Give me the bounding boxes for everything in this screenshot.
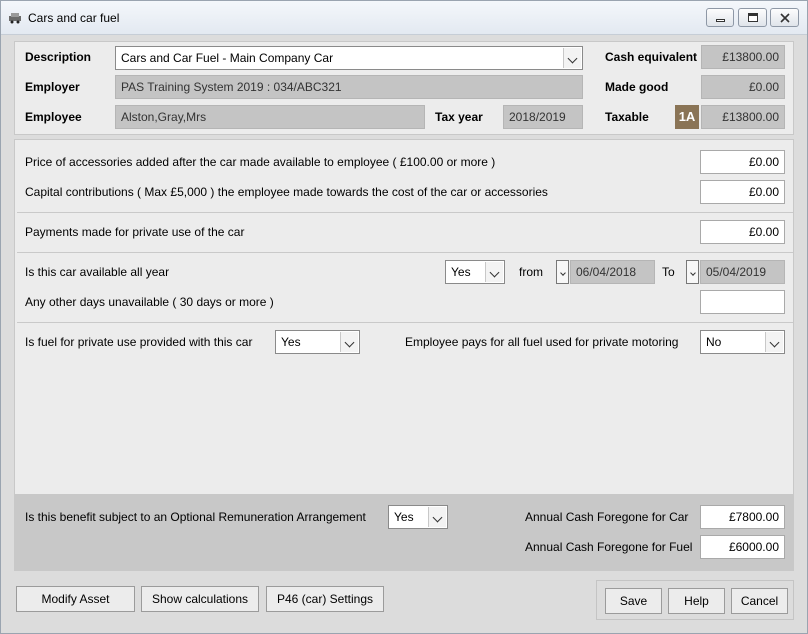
accessories-label: Price of accessories added after the car… bbox=[25, 155, 496, 169]
divider bbox=[17, 252, 793, 253]
days-unavailable-input[interactable] bbox=[700, 290, 785, 314]
fuel-provided-value: Yes bbox=[281, 335, 301, 349]
from-date-field: 06/04/2018 bbox=[570, 260, 655, 284]
days-unavailable-label: Any other days unavailable ( 30 days or … bbox=[25, 295, 274, 309]
minimize-icon bbox=[716, 19, 725, 22]
capital-contributions-input[interactable]: £0.00 bbox=[700, 180, 785, 204]
fuel-provided-label: Is fuel for private use provided with th… bbox=[25, 335, 253, 349]
from-label: from bbox=[519, 265, 543, 279]
payments-label: Payments made for private use of the car bbox=[25, 225, 245, 239]
tax-year-label: Tax year bbox=[435, 110, 483, 124]
ora-value: Yes bbox=[394, 510, 414, 524]
cash-equivalent-label: Cash equivalent bbox=[605, 50, 698, 64]
car-icon bbox=[9, 13, 21, 24]
cash-foregone-car-label: Annual Cash Foregone for Car bbox=[525, 510, 689, 524]
chevron-down-icon bbox=[765, 332, 783, 352]
close-button[interactable] bbox=[770, 8, 799, 27]
employee-label: Employee bbox=[25, 110, 82, 124]
chevron-down-icon bbox=[485, 262, 503, 282]
maximize-button[interactable] bbox=[738, 8, 767, 27]
minimize-button[interactable] bbox=[706, 8, 734, 27]
cash-equivalent-field: £13800.00 bbox=[701, 45, 785, 69]
fuel-provided-select[interactable]: Yes bbox=[275, 330, 360, 354]
divider bbox=[17, 212, 793, 213]
payments-input[interactable]: £0.00 bbox=[700, 220, 785, 244]
made-good-label: Made good bbox=[605, 80, 669, 94]
ora-label: Is this benefit subject to an Optional R… bbox=[25, 510, 366, 524]
to-label: To bbox=[662, 265, 675, 279]
taxable-label: Taxable bbox=[605, 110, 649, 124]
employee-pays-fuel-value: No bbox=[706, 335, 722, 349]
taxable-field: £13800.00 bbox=[701, 105, 785, 129]
description-label: Description bbox=[25, 50, 92, 64]
taxable-class-badge: 1A bbox=[675, 105, 699, 129]
window-title: Cars and car fuel bbox=[28, 11, 120, 25]
p46-settings-button[interactable]: P46 (car) Settings bbox=[266, 586, 384, 612]
capital-contributions-label: Capital contributions ( Max £5,000 ) the… bbox=[25, 185, 548, 199]
available-all-year-select[interactable]: Yes bbox=[445, 260, 505, 284]
modify-asset-button[interactable]: Modify Asset bbox=[16, 586, 135, 612]
available-all-year-value: Yes bbox=[451, 265, 471, 279]
employee-pays-fuel-select[interactable]: No bbox=[700, 330, 785, 354]
save-button[interactable]: Save bbox=[605, 588, 662, 614]
title-bar: Cars and car fuel bbox=[1, 1, 807, 35]
from-date-picker-button[interactable] bbox=[556, 260, 569, 284]
cash-foregone-fuel-input[interactable]: £6000.00 bbox=[700, 535, 785, 559]
help-button[interactable]: Help bbox=[668, 588, 725, 614]
to-date-field: 05/04/2019 bbox=[700, 260, 785, 284]
chevron-down-icon bbox=[340, 332, 358, 352]
close-icon bbox=[780, 13, 790, 23]
description-select[interactable]: Cars and Car Fuel - Main Company Car bbox=[115, 46, 583, 70]
employer-field: PAS Training System 2019 : 034/ABC321 bbox=[115, 75, 583, 99]
cash-foregone-fuel-label: Annual Cash Foregone for Fuel bbox=[525, 540, 693, 554]
chevron-down-icon bbox=[563, 48, 581, 68]
to-date-picker-button[interactable] bbox=[686, 260, 699, 284]
show-calculations-button[interactable]: Show calculations bbox=[141, 586, 259, 612]
accessories-input[interactable]: £0.00 bbox=[700, 150, 785, 174]
employee-pays-fuel-label: Employee pays for all fuel used for priv… bbox=[405, 335, 679, 349]
tax-year-field: 2018/2019 bbox=[503, 105, 583, 129]
made-good-field: £0.00 bbox=[701, 75, 785, 99]
available-all-year-label: Is this car available all year bbox=[25, 265, 170, 279]
cash-foregone-car-input[interactable]: £7800.00 bbox=[700, 505, 785, 529]
employee-field: Alston,Gray,Mrs bbox=[115, 105, 425, 129]
chevron-down-icon bbox=[428, 507, 446, 527]
ora-select[interactable]: Yes bbox=[388, 505, 448, 529]
maximize-icon bbox=[748, 13, 758, 22]
cars-and-car-fuel-window: Cars and car fuel Description Cars and C… bbox=[0, 0, 808, 634]
description-value: Cars and Car Fuel - Main Company Car bbox=[121, 51, 334, 65]
employer-label: Employer bbox=[25, 80, 80, 94]
divider bbox=[17, 322, 793, 323]
cancel-button[interactable]: Cancel bbox=[731, 588, 788, 614]
